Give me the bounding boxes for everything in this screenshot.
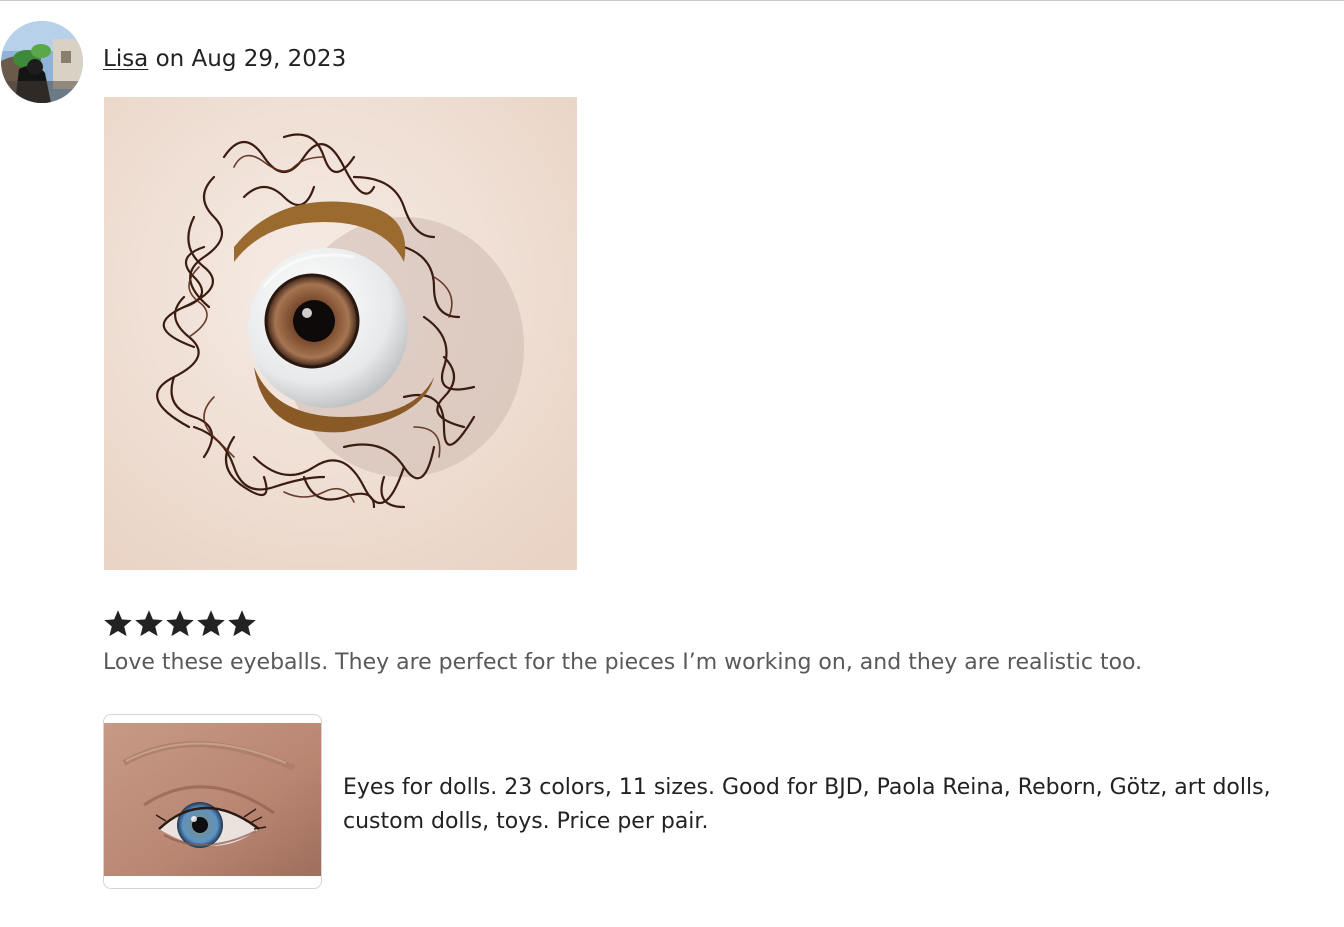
product-card[interactable]: Eyes for dolls. 23 colors, 11 sizes. Goo…	[103, 714, 1333, 889]
review-photo[interactable]	[104, 97, 577, 570]
product-thumbnail[interactable]	[103, 714, 322, 889]
star-icon	[166, 610, 194, 637]
star-icon	[197, 610, 225, 637]
top-divider	[0, 0, 1344, 1]
star-icon	[228, 610, 256, 637]
review-header: Lisa on Aug 29, 2023	[103, 44, 346, 74]
star-icon	[104, 610, 132, 637]
star-rating	[103, 606, 257, 642]
reviewer-avatar[interactable]	[1, 21, 83, 103]
star-icon	[135, 610, 163, 637]
reviewer-name-link[interactable]: Lisa	[103, 46, 148, 72]
review-text: Love these eyeballs. They are perfect fo…	[103, 650, 1143, 675]
review-date: on Aug 29, 2023	[155, 46, 347, 72]
product-title[interactable]: Eyes for dolls. 23 colors, 11 sizes. Goo…	[343, 771, 1333, 839]
